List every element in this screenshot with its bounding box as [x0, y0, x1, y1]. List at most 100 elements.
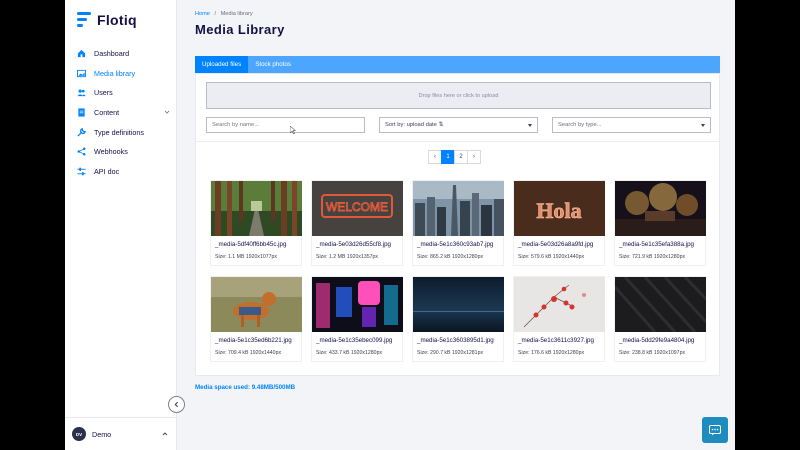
sidebar-item-media-library[interactable]: Media library [65, 64, 177, 84]
home-icon [77, 49, 86, 58]
sidebar-item-label: Dashboard [94, 49, 130, 59]
media-file-name: _media-5e03d26d55cf8.jpg [316, 241, 391, 248]
wrench-icon [77, 127, 86, 137]
brand-logo[interactable]: Flotiq [77, 12, 137, 28]
caret-down-icon [528, 124, 532, 127]
pagination-page-2[interactable]: 2 [454, 150, 468, 164]
media-file-name: _media-5e1c3611c3927.jpg [518, 337, 594, 344]
user-menu[interactable]: DV Demo [65, 417, 177, 450]
media-file-size: Size: 238.8 kB 1920x1097px [619, 350, 686, 356]
city-skyline-thumbnail [413, 181, 504, 236]
search-input[interactable] [212, 122, 364, 128]
pagination-page-1[interactable]: 1 [441, 150, 455, 164]
sidebar-item-content[interactable]: Content [65, 103, 177, 123]
breadcrumb: Home / Media library [195, 11, 253, 17]
breadcrumb-home-link[interactable]: Home [195, 11, 210, 17]
media-card[interactable]: _media-5e1c3611c3927.jpg Size: 176.6 kB … [513, 276, 605, 362]
media-file-name: _media-5e1c360c93ab7.jpg [417, 241, 494, 248]
media-card[interactable]: _media-5df40ff6bb45c.jpg Size: 1.1 MB 19… [210, 180, 302, 266]
sidebar-item-label: Users [94, 88, 113, 98]
media-file-size: Size: 1.2 MB 1920x1357px [316, 254, 379, 260]
media-file-name: _media-5e1c3603895d1.jpg [417, 337, 494, 344]
sidebar-item-users[interactable]: Users [65, 83, 177, 103]
sidebar-item-type-definitions[interactable]: Type definitions [65, 122, 177, 142]
sort-select-label: Sort by: upload date ⇅ [385, 122, 444, 128]
divider [196, 141, 719, 142]
brand-name: Flotiq [97, 12, 137, 28]
search-by-name-field[interactable] [206, 117, 365, 133]
sort-select[interactable]: Sort by: upload date ⇅ [379, 117, 538, 133]
media-file-size: Size: 709.4 kB 1920x1440px [215, 350, 282, 356]
mouse-cursor-icon [290, 126, 296, 134]
sidebar: Flotiq Dashboard Media library Users Con… [65, 0, 177, 450]
collapse-sidebar-button[interactable] [168, 396, 185, 413]
red-berries-thumbnail [514, 277, 605, 332]
sidebar-item-dashboard[interactable]: Dashboard [65, 44, 177, 64]
media-card[interactable]: _media-5e1c35ebec099.jpg Size: 433.7 kB … [311, 276, 403, 362]
media-card[interactable]: _media-5e1c35efa388a.jpg Size: 721.9 kB … [614, 180, 706, 266]
sidebar-item-label: Content [94, 108, 120, 118]
media-file-name: _media-5df40ff6bb45c.jpg [215, 241, 287, 248]
tab-uploaded-files[interactable]: Uploaded files [195, 56, 249, 73]
sidebar-item-label: API doc [94, 166, 120, 176]
tab-stock-photos[interactable]: Stock photos [248, 56, 298, 73]
page-title: Media Library [195, 22, 285, 37]
sidebar-item-label: Type definitions [94, 127, 144, 137]
media-file-size: Size: 290.7 kB 1920x1281px [417, 350, 484, 356]
sidebar-item-webhooks[interactable]: Webhooks [65, 142, 177, 162]
dark-fabric-thumbnail [615, 277, 706, 332]
breadcrumb-separator: / [214, 11, 217, 17]
hola-sign-thumbnail: Hola [514, 181, 605, 236]
sidebar-nav: Dashboard Media library Users Content Ty… [65, 44, 177, 181]
media-card[interactable]: _media-5e1c360c93ab7.jpg Size: 865.2 kB … [412, 180, 504, 266]
caret-down-icon [701, 124, 705, 127]
media-file-size: Size: 1.1 MB 1920x1077px [215, 254, 278, 260]
media-file-size: Size: 721.9 kB 1920x1280px [619, 254, 686, 260]
media-space-usage: Media space used: 9.48MB/500MB [195, 384, 296, 391]
document-icon [77, 108, 86, 117]
forest-road-thumbnail [211, 181, 302, 236]
dog-field-thumbnail [211, 277, 302, 332]
breadcrumb-current: Media library [220, 11, 253, 17]
chevron-down-icon[interactable] [164, 109, 170, 115]
media-card[interactable]: _media-5dd29fe9a4804.jpg Size: 238.8 kB … [614, 276, 706, 362]
chat-button[interactable] [702, 417, 728, 443]
avatar: DV [72, 427, 86, 441]
pagination-prev-button[interactable]: ‹ [428, 150, 442, 164]
users-icon [77, 88, 86, 97]
type-select[interactable]: Search by type... [552, 117, 711, 133]
media-file-name: _media-5e1c35ed6b221.jpg [215, 337, 292, 344]
sliders-icon [77, 167, 86, 176]
media-card[interactable]: Hola _media-5e03d26a8a9fd.jpg Size: 579.… [513, 180, 605, 266]
app-window: Flotiq Dashboard Media library Users Con… [65, 0, 735, 450]
media-file-name: _media-5e1c35efa388a.jpg [619, 241, 694, 248]
pagination-next-button[interactable]: › [467, 150, 481, 164]
dark-horizon-thumbnail [413, 277, 504, 332]
share-icon [77, 147, 86, 156]
fireworks-thumbnail [615, 181, 706, 236]
upload-dropzone[interactable]: Drop files here or click to upload [206, 82, 711, 109]
media-card[interactable]: _media-5e1c35ed6b221.jpg Size: 709.4 kB … [210, 276, 302, 362]
welcome-sign-thumbnail: WELCOME [312, 181, 403, 236]
flotiq-logo-icon [77, 12, 91, 28]
media-card[interactable]: _media-5e1c3603895d1.jpg Size: 290.7 kB … [412, 276, 504, 362]
media-file-name: _media-5e03d26a8a9fd.jpg [518, 241, 594, 248]
pagination: ‹ 1 2 › [428, 150, 481, 164]
media-tabs: Uploaded files Stock photos [195, 56, 720, 73]
sidebar-item-label: Media library [94, 68, 136, 78]
type-select-placeholder: Search by type... [558, 122, 602, 128]
media-file-size: Size: 176.6 kB 1920x1280px [518, 350, 585, 356]
media-file-name: _media-5dd29fe9a4804.jpg [619, 337, 695, 344]
media-file-name: _media-5e1c35ebec099.jpg [316, 337, 393, 344]
media-file-size: Size: 865.2 kB 1920x1280px [417, 254, 484, 260]
media-file-size: Size: 433.7 kB 1920x1280px [316, 350, 383, 356]
page-header: Home / Media library Media Library [177, 0, 735, 46]
sidebar-item-label: Webhooks [94, 147, 128, 157]
sidebar-item-api-doc[interactable]: API doc [65, 162, 177, 182]
media-card[interactable]: WELCOME _media-5e03d26d55cf8.jpg Size: 1… [311, 180, 403, 266]
chevron-left-icon [174, 401, 179, 408]
user-name: Demo [92, 429, 112, 439]
image-icon [77, 69, 86, 78]
svg-text:Hola: Hola [536, 198, 581, 223]
chevron-up-icon[interactable] [162, 431, 168, 437]
